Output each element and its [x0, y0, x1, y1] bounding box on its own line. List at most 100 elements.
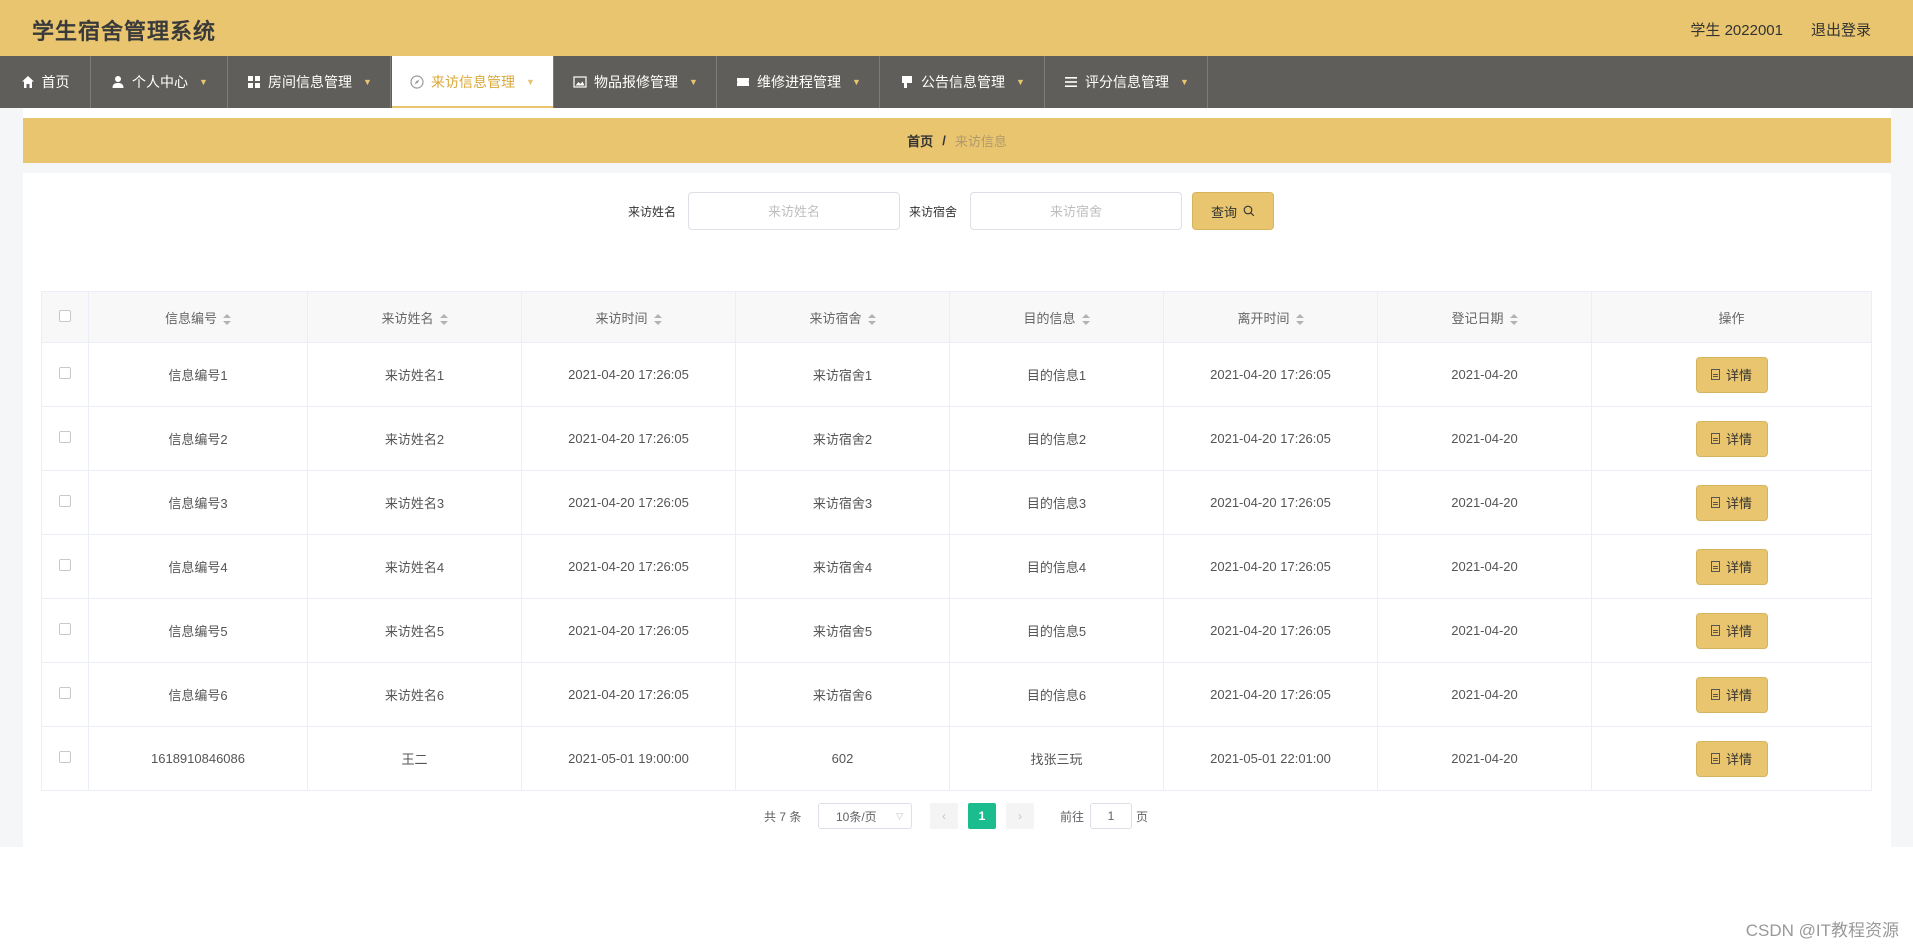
- page-size-select[interactable]: 10条/页 ▽: [818, 803, 912, 829]
- detail-button-label: 详情: [1725, 496, 1752, 511]
- user-icon: [112, 76, 124, 88]
- row-checkbox[interactable]: [59, 751, 71, 763]
- goto-page-input[interactable]: [1090, 803, 1132, 829]
- nav-item-home[interactable]: 首页: [0, 56, 91, 108]
- page-number-current[interactable]: 1: [968, 803, 996, 829]
- home-icon: [21, 76, 34, 88]
- row-checkbox-cell: [41, 598, 89, 663]
- sort-icon[interactable]: [223, 313, 231, 325]
- nav-item-label: 个人中心: [132, 74, 189, 90]
- table-cell: 2021-04-20 17:26:05: [521, 534, 736, 599]
- query-button-label: 查询: [1210, 204, 1237, 220]
- nav-item-label: 物品报修管理: [594, 74, 679, 90]
- row-checkbox[interactable]: [59, 559, 71, 571]
- table-cell: 信息编号1: [88, 342, 308, 407]
- action-cell: 详情: [1591, 406, 1872, 471]
- search-icon: [1243, 205, 1255, 217]
- table-body: 信息编号1 来访姓名1 2021-04-20 17:26:05 来访宿舍1 目的信息1 2…: [41, 342, 1872, 791]
- column-header[interactable]: 来访姓名: [307, 291, 522, 343]
- image-icon: [573, 76, 587, 88]
- table-cell: 2021-04-20 17:26:05: [1163, 662, 1378, 727]
- query-button[interactable]: 查询: [1192, 192, 1274, 230]
- sort-icon[interactable]: [867, 313, 876, 325]
- row-checkbox[interactable]: [59, 623, 71, 635]
- chevron-down-icon: ▼: [1180, 77, 1189, 87]
- table-cell: 来访姓名3: [307, 470, 522, 535]
- table-cell: 2021-04-20: [1377, 470, 1592, 535]
- column-header[interactable]: 离开时间: [1163, 291, 1378, 343]
- breadcrumb: 首页 / 来访信息: [23, 118, 1891, 163]
- column-header-label: 来访宿舍: [809, 310, 862, 326]
- nav-item-announcements[interactable]: 公告信息管理 ▼: [881, 56, 1045, 108]
- nav-item-label: 评分信息管理: [1085, 74, 1170, 90]
- detail-button[interactable]: 详情: [1695, 740, 1768, 777]
- action-cell: 详情: [1591, 470, 1872, 535]
- column-header-label: 信息编号: [164, 310, 217, 326]
- table-header-row: 信息编号 来访姓名 来访时间 来访宿舍 目的信息 离开时间 登记日期 操作: [41, 291, 1872, 343]
- table-row: 信息编号3 来访姓名3 2021-04-20 17:26:05 来访宿舍3 目的信息3 2…: [41, 470, 1872, 535]
- watermark: CSDN @IT教程资源: [1745, 921, 1899, 940]
- nav-item-label: 维修进程管理: [757, 74, 842, 90]
- nav-item-ratings[interactable]: 评分信息管理 ▼: [1046, 56, 1208, 108]
- action-cell: 详情: [1591, 342, 1872, 407]
- table-cell: 来访宿舍6: [735, 662, 950, 727]
- action-cell: 详情: [1591, 726, 1872, 791]
- detail-button[interactable]: 详情: [1695, 420, 1768, 457]
- column-header-label: 来访时间: [595, 310, 648, 326]
- row-checkbox[interactable]: [59, 687, 71, 699]
- table-row: 信息编号1 来访姓名1 2021-04-20 17:26:05 来访宿舍1 目的信息1 2…: [41, 342, 1872, 407]
- column-header[interactable]: 登记日期: [1377, 291, 1592, 343]
- breadcrumb-home[interactable]: 首页: [907, 131, 933, 150]
- detail-button[interactable]: 详情: [1695, 484, 1768, 521]
- column-header[interactable]: 信息编号: [88, 291, 308, 343]
- table-cell: 1618910846086: [88, 726, 308, 791]
- sort-icon[interactable]: [1295, 313, 1304, 325]
- column-header-label: 登记日期: [1451, 310, 1504, 326]
- nav-item-repair-progress[interactable]: 维修进程管理 ▼: [718, 56, 880, 108]
- sort-icon[interactable]: [1509, 313, 1518, 325]
- sort-icon[interactable]: [439, 313, 448, 325]
- row-checkbox[interactable]: [59, 495, 71, 507]
- table-cell: 找张三玩: [949, 726, 1164, 791]
- action-cell: 详情: [1591, 534, 1872, 599]
- table-cell: 2021-05-01 19:00:00: [521, 726, 736, 791]
- pagination: 共 7 条 10条/页 ▽ ‹ 1 › 前往 页: [0, 803, 1913, 829]
- detail-button[interactable]: 详情: [1695, 356, 1768, 393]
- detail-button[interactable]: 详情: [1695, 548, 1768, 585]
- detail-button[interactable]: 详情: [1695, 676, 1768, 713]
- nav-item-profile[interactable]: 个人中心 ▼: [92, 56, 228, 108]
- table-cell: 2021-04-20 17:26:05: [521, 662, 736, 727]
- nav-item-label: 房间信息管理: [268, 74, 353, 90]
- logout-link[interactable]: 退出登录: [1811, 19, 1871, 40]
- column-header[interactable]: 来访时间: [521, 291, 736, 343]
- table-cell: 信息编号4: [88, 534, 308, 599]
- column-header[interactable]: 目的信息: [949, 291, 1164, 343]
- row-checkbox[interactable]: [59, 431, 71, 443]
- nav-item-label: 公告信息管理: [921, 74, 1006, 90]
- detail-button-label: 详情: [1725, 624, 1752, 639]
- detail-button-label: 详情: [1725, 432, 1752, 447]
- visitor-dorm-input[interactable]: [970, 192, 1182, 230]
- chevron-down-icon: ▼: [199, 77, 208, 87]
- sort-icon[interactable]: [653, 313, 662, 325]
- table-cell: 来访姓名1: [307, 342, 522, 407]
- nav-item-repair-requests[interactable]: 物品报修管理 ▼: [555, 56, 717, 108]
- table-cell: 2021-04-20: [1377, 598, 1592, 663]
- user-info: 学生 2022001: [1690, 22, 1783, 39]
- next-page-button[interactable]: ›: [1006, 803, 1034, 829]
- select-all-checkbox[interactable]: [59, 309, 71, 322]
- chevron-down-icon: ▼: [363, 77, 372, 87]
- prev-page-button[interactable]: ‹: [930, 803, 958, 829]
- table-cell: 2021-05-01 22:01:00: [1163, 726, 1378, 791]
- document-icon: [1710, 497, 1720, 508]
- detail-button[interactable]: 详情: [1695, 612, 1768, 649]
- nav-item-visitors[interactable]: 来访信息管理 ▼: [392, 56, 554, 108]
- table-row: 信息编号5 来访姓名5 2021-04-20 17:26:05 来访宿舍5 目的信息5 2…: [41, 598, 1872, 663]
- visitor-name-input[interactable]: [688, 192, 900, 230]
- column-header[interactable]: 来访宿舍: [735, 291, 950, 343]
- row-checkbox[interactable]: [59, 367, 71, 379]
- column-header-label: 来访姓名: [381, 310, 434, 326]
- nav-item-rooms[interactable]: 房间信息管理 ▼: [229, 56, 391, 108]
- table-cell: 来访姓名4: [307, 534, 522, 599]
- sort-icon[interactable]: [1081, 313, 1090, 325]
